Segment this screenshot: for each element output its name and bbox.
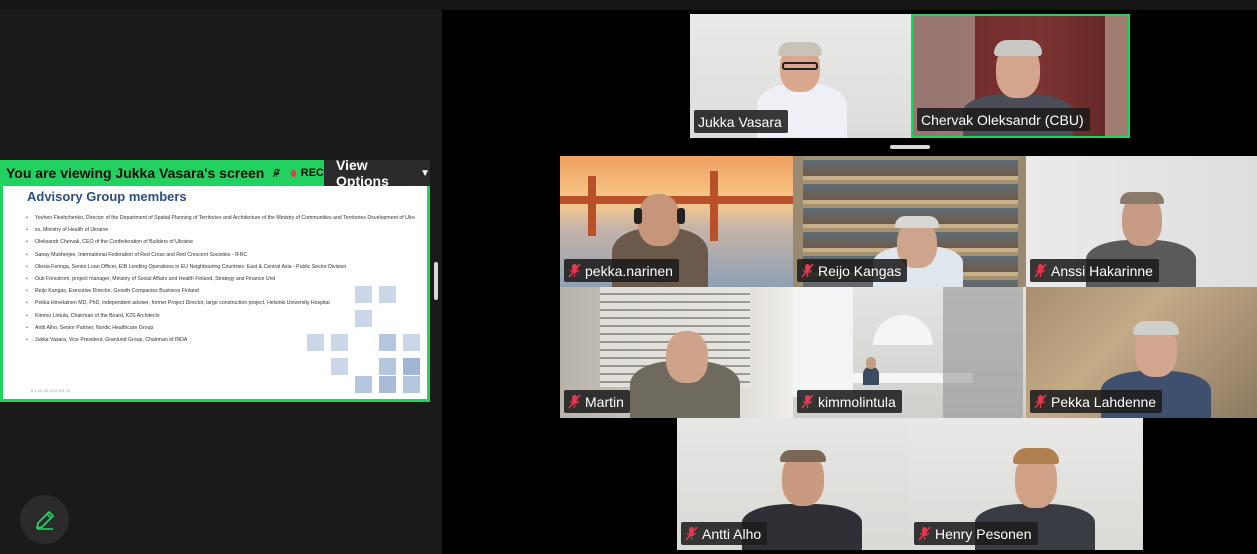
mic-muted-icon — [801, 394, 814, 409]
list-item: Jukka Vasara, Vice President, Granlund G… — [25, 334, 415, 346]
participant-name-tag: Anssi Hakarinne — [1030, 259, 1159, 282]
participant-name-tag: Jukka Vasara — [694, 110, 788, 133]
annotate-button[interactable] — [20, 495, 69, 544]
slide-footer: 6.1.22 XX.XXX XX.YX — [31, 388, 71, 393]
participant-name-tag: Reijo Kangas — [797, 259, 908, 282]
participant-name: Chervak Oleksandr (CBU) — [921, 111, 1084, 128]
bridge-tower — [710, 171, 718, 241]
participant-name-tag: Henry Pesonen — [914, 522, 1038, 545]
participant-tile-martin[interactable]: Martin — [560, 287, 793, 418]
participant-video — [630, 287, 740, 418]
view-options-label: View Options — [336, 157, 389, 189]
mic-muted-icon — [568, 394, 581, 409]
participant-tile-anssi-hakarinne[interactable]: Anssi Hakarinne — [1026, 156, 1257, 287]
participant-tile-kimmolintula[interactable]: kimmolintula — [793, 287, 1026, 418]
participant-name: Pekka Lahdenne — [1051, 393, 1157, 410]
participant-name: Henry Pesonen — [935, 525, 1032, 542]
participant-name-tag: kimmolintula — [797, 390, 902, 413]
list-item: Sanay Mukherjee, International Federatio… — [25, 249, 415, 261]
chevron-down-icon: ▼ — [420, 167, 430, 179]
background-bookshelf — [1105, 16, 1128, 136]
participant-tile-reijo-kangas[interactable]: Reijo Kangas — [793, 156, 1026, 287]
mic-muted-icon — [568, 263, 581, 278]
recording-dot-icon — [291, 169, 296, 177]
pencil-icon — [35, 510, 54, 530]
viewing-label: You are viewing Jukka Vasara's screen — [6, 165, 265, 181]
background-window — [793, 287, 853, 397]
list-item: xx, Ministry of Health of Ukraine — [25, 224, 415, 236]
mic-muted-icon — [272, 168, 281, 178]
participant-name-tag: Pekka Lahdenne — [1030, 390, 1163, 413]
mic-muted-icon — [918, 526, 931, 541]
participant-name-tag: pekka.narinen — [564, 259, 679, 282]
list-item: Outi Forsstrom, project manager, Ministr… — [25, 273, 415, 285]
participant-tile-pekka-narinen[interactable]: pekka.narinen — [560, 156, 793, 287]
participant-name: Reijo Kangas — [818, 262, 902, 279]
participant-name: Anssi Hakarinne — [1051, 262, 1153, 279]
participant-tile-antti-alho[interactable]: Antti Alho — [677, 418, 910, 550]
participant-name-tag: Antti Alho — [681, 522, 768, 545]
participant-name-tag: Martin — [564, 390, 630, 413]
mic-muted-icon — [1034, 263, 1047, 278]
list-item: Yevhen Fleshchenko, Director of the Depa… — [25, 212, 415, 224]
participant-name: kimmolintula — [818, 393, 896, 410]
shared-slide: Advisory Group members Yevhen Fleshchenk… — [0, 186, 430, 402]
bridge-tower — [588, 176, 596, 236]
participant-tile-henry-pesonen[interactable]: Henry Pesonen — [910, 418, 1143, 550]
participant-name: pekka.narinen — [585, 262, 673, 279]
participant-name: Martin — [585, 393, 624, 410]
view-options-button[interactable]: View Options ▼ — [324, 157, 430, 189]
participant-tile-pekka-lahdenne[interactable]: Pekka Lahdenne — [1026, 287, 1257, 418]
list-item: Oleksandr Chervak, CEO of the Confederat… — [25, 236, 415, 248]
rec-label: REC — [300, 167, 324, 179]
mic-muted-icon — [801, 263, 814, 278]
mic-muted-icon — [1034, 394, 1047, 409]
participant-tile-chervak-oleksandr[interactable]: Chervak Oleksandr (CBU) — [911, 14, 1130, 138]
screen-share-banner: You are viewing Jukka Vasara's screen RE… — [0, 160, 324, 186]
gallery-drag-handle[interactable] — [890, 145, 930, 149]
list-item: Olesia Feringa, Senior Loan Officer, EIB… — [25, 261, 415, 273]
panel-resize-handle[interactable] — [434, 262, 438, 300]
window-top-bar — [0, 0, 1257, 10]
participant-name: Antti Alho — [702, 525, 762, 542]
participant-name-tag: Chervak Oleksandr (CBU) — [917, 108, 1090, 131]
participant-name: Jukka Vasara — [698, 113, 782, 130]
slide-title: Advisory Group members — [27, 189, 187, 204]
mic-muted-icon — [685, 526, 698, 541]
background-corridor — [943, 287, 1023, 418]
participant-tile-jukka-vasara[interactable]: Jukka Vasara — [690, 14, 911, 138]
